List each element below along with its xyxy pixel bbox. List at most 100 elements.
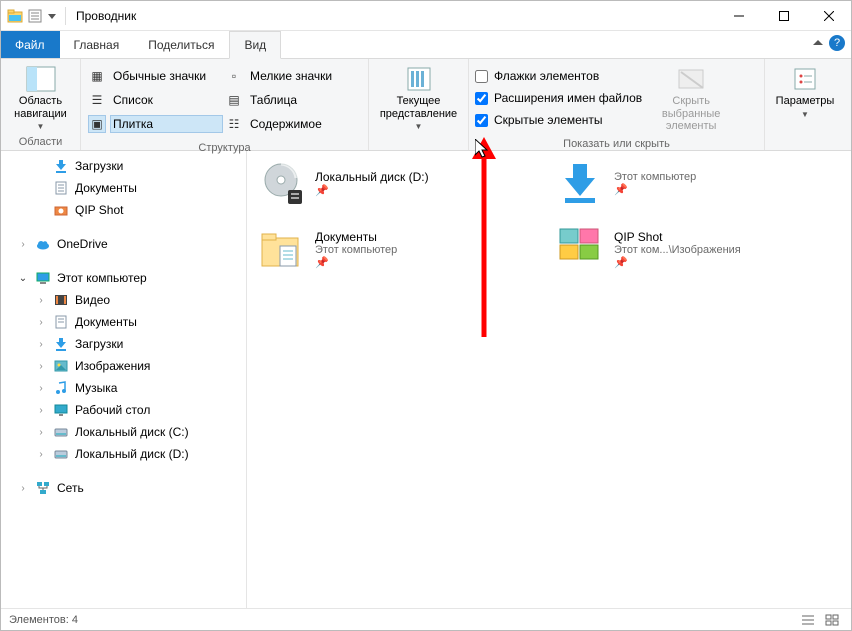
- close-button[interactable]: [806, 1, 851, 31]
- ribbon-view: Область навигации ▼ Области ▦ Обычные зн…: [1, 59, 851, 151]
- layout-medium-icons[interactable]: Обычные значки: [111, 68, 222, 84]
- expand-icon[interactable]: ›: [17, 483, 29, 494]
- tree-onedrive[interactable]: › OneDrive: [1, 233, 246, 255]
- tile-sub: Этот компьютер: [614, 171, 696, 183]
- explorer-icon: [7, 8, 23, 24]
- collapse-icon[interactable]: ⌄: [17, 273, 29, 284]
- cloud-icon: [35, 236, 51, 252]
- hide-selected-button: Скрыть выбранные элементы: [652, 63, 730, 133]
- tree-documents-pc[interactable]: › Документы: [1, 311, 246, 333]
- layout-small-icons[interactable]: Мелкие значки: [248, 68, 359, 84]
- tile-name: Локальный диск (D:): [315, 170, 429, 184]
- tile-documents[interactable]: Документы Этот компьютер 📌: [255, 223, 475, 275]
- hide-selected-icon: [675, 65, 707, 93]
- chevron-down-icon: ▼: [37, 122, 45, 131]
- layout-table[interactable]: Таблица: [248, 92, 359, 108]
- layout-list[interactable]: Список: [111, 92, 222, 108]
- tree-thispc[interactable]: ⌄ Этот компьютер: [1, 267, 246, 289]
- disk-icon: [53, 446, 69, 462]
- tree-network[interactable]: › Сеть: [1, 477, 246, 499]
- tile-disk-d[interactable]: Локальный диск (D:) 📌: [255, 157, 475, 209]
- chevron-down-icon: ▼: [415, 122, 423, 131]
- status-item-count: Элементов: 4: [9, 614, 78, 626]
- camera-icon: [53, 202, 69, 218]
- tile-name: QIP Shot: [614, 230, 741, 244]
- content-pane[interactable]: Локальный диск (D:) 📌 Этот компьютер 📌: [247, 151, 851, 608]
- hidden-items-option[interactable]: Скрытые элементы: [475, 109, 642, 131]
- expand-icon[interactable]: ›: [17, 239, 29, 250]
- download-icon: [53, 158, 69, 174]
- cd-icon: [257, 159, 305, 207]
- maximize-button[interactable]: [761, 1, 806, 31]
- layout-picker[interactable]: ▦ Обычные значки ▫ Мелкие значки ☰ Списо…: [89, 65, 359, 135]
- window-title: Проводник: [76, 9, 136, 23]
- pin-icon: 📌: [315, 184, 429, 197]
- nav-pane-icon: [25, 65, 57, 93]
- collapse-ribbon-icon[interactable]: [813, 38, 823, 48]
- download-icon: [53, 336, 69, 352]
- file-extensions-option[interactable]: Расширения имен файлов: [475, 87, 642, 109]
- qat-properties-icon[interactable]: [27, 8, 43, 24]
- content-icon: ☷: [226, 116, 242, 132]
- table-icon: ▤: [226, 92, 242, 108]
- folder-documents-icon: [257, 225, 305, 273]
- desktop-icon: [53, 402, 69, 418]
- help-button[interactable]: ?: [829, 35, 845, 51]
- tree-video[interactable]: › Видео: [1, 289, 246, 311]
- tab-share[interactable]: Поделиться: [134, 31, 229, 58]
- qat-dropdown-icon[interactable]: [47, 8, 57, 24]
- tree-downloads-pc[interactable]: › Загрузки: [1, 333, 246, 355]
- download-icon: [556, 159, 604, 207]
- pictures-collage-icon: [556, 225, 604, 273]
- tree-disk-c[interactable]: › Локальный диск (C:): [1, 421, 246, 443]
- group-panes-label: Области: [1, 135, 80, 151]
- pin-icon: 📌: [315, 256, 397, 269]
- checkbox-hidden-items[interactable]: [475, 114, 488, 127]
- status-bar: Элементов: 4: [1, 608, 851, 631]
- tile-downloads[interactable]: Этот компьютер 📌: [554, 157, 774, 209]
- tile-qipshot[interactable]: QIP Shot Этот ком...\Изображения 📌: [554, 223, 774, 275]
- tile-sub: Этот компьютер: [315, 244, 397, 256]
- disk-icon: [53, 424, 69, 440]
- options-button[interactable]: Параметры ▼: [771, 63, 839, 119]
- current-view-button[interactable]: Текущее представление ▼: [375, 63, 462, 131]
- pin-icon: 📌: [614, 183, 696, 196]
- pin-icon: 📌: [614, 256, 741, 269]
- current-view-icon: [403, 65, 435, 93]
- list-icon: ☰: [89, 92, 105, 108]
- thumbnails-view-button[interactable]: [821, 611, 843, 629]
- nav-pane-button[interactable]: Область навигации ▼: [7, 63, 74, 131]
- pictures-icon: [53, 358, 69, 374]
- tree-disk-d[interactable]: › Локальный диск (D:): [1, 443, 246, 465]
- tree-downloads[interactable]: Загрузки: [1, 155, 246, 177]
- layout-content[interactable]: Содержимое: [248, 116, 359, 132]
- separator: [65, 7, 66, 25]
- checkbox-file-ext[interactable]: [475, 92, 488, 105]
- video-icon: [53, 292, 69, 308]
- minimize-button[interactable]: [716, 1, 761, 31]
- tree-documents[interactable]: Документы: [1, 177, 246, 199]
- tab-view[interactable]: Вид: [229, 31, 281, 59]
- tile-name: Документы: [315, 230, 397, 244]
- document-icon: [53, 314, 69, 330]
- tiles-icon: ▣: [89, 116, 105, 132]
- checkbox-item-flags[interactable]: [475, 70, 488, 83]
- tree-music[interactable]: › Музыка: [1, 377, 246, 399]
- tree-qipshot[interactable]: QIP Shot: [1, 199, 246, 221]
- details-view-button[interactable]: [797, 611, 819, 629]
- titlebar: Проводник: [1, 1, 851, 31]
- tree-pictures[interactable]: › Изображения: [1, 355, 246, 377]
- tab-home[interactable]: Главная: [60, 31, 135, 58]
- nav-tree[interactable]: Загрузки Документы QIP Shot › OneDrive ⌄…: [1, 151, 247, 608]
- document-icon: [53, 180, 69, 196]
- computer-icon: [35, 270, 51, 286]
- tab-file[interactable]: Файл: [1, 31, 60, 58]
- item-checkboxes-option[interactable]: Флажки элементов: [475, 65, 642, 87]
- network-icon: [35, 480, 51, 496]
- layout-tiles[interactable]: Плитка: [111, 116, 222, 132]
- medium-icons-icon: ▦: [89, 68, 105, 84]
- ribbon-tabs: Файл Главная Поделиться Вид ?: [1, 31, 851, 59]
- tree-desktop[interactable]: › Рабочий стол: [1, 399, 246, 421]
- chevron-down-icon: ▼: [801, 110, 809, 119]
- tile-sub: Этот ком...\Изображения: [614, 244, 741, 256]
